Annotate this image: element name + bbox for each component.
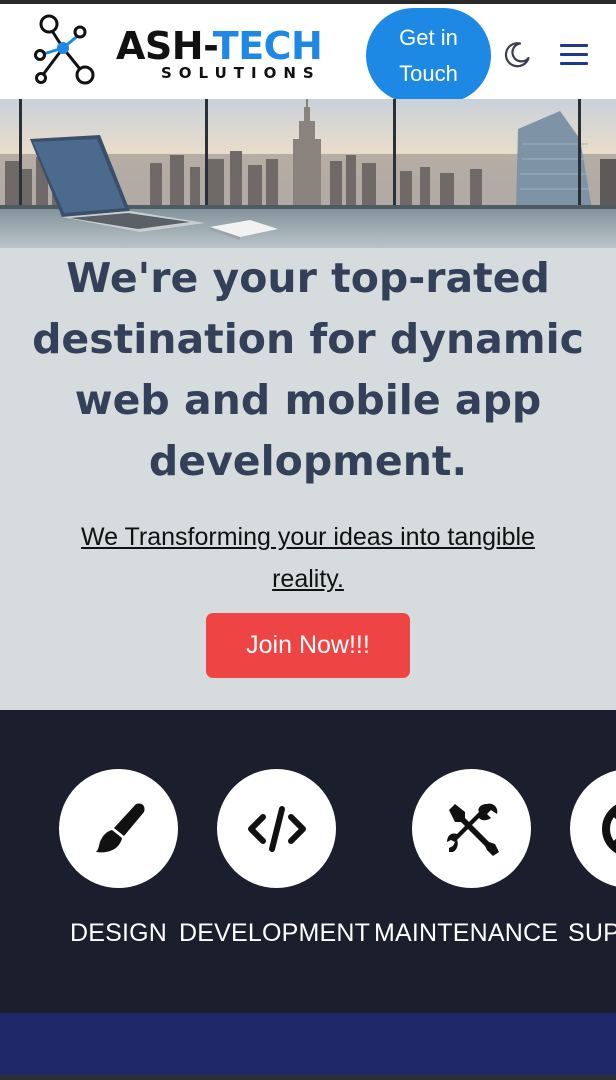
hamburger-menu-icon[interactable] [560,42,588,66]
service-maintenance-circle[interactable] [412,769,531,888]
site-header: ASH-TECH SOLUTIONS Get in Touch [0,0,616,103]
brand-name: ASH-TECH [116,26,356,66]
brand-logo-text[interactable]: ASH-TECH SOLUTIONS [116,26,356,82]
screen-bottom-edge [0,1075,616,1080]
hero-banner-image [0,99,616,248]
footer-band [0,1013,616,1075]
brand-subtitle: SOLUTIONS [161,64,321,82]
brand-name-part2: TECH [212,24,323,68]
brand-name-part1: ASH- [116,24,213,68]
code-icon [247,805,306,852]
get-in-touch-button[interactable]: Get in Touch [366,8,491,103]
service-design-circle[interactable] [59,769,178,888]
services-section: DESIGN DEVELOPMENT MAINTENANCE SUPPORT [0,710,616,1013]
service-label-development[interactable]: DEVELOPMENT [179,919,370,948]
paintbrush-icon [95,802,145,852]
logo-network-icon[interactable] [30,12,98,88]
moon-icon[interactable] [503,41,531,69]
service-label-maintenance[interactable]: MAINTENANCE [374,919,558,948]
lifebuoy-icon [601,803,616,854]
hero-headline: We're your top-rated destination for dyn… [32,254,584,485]
service-label-support[interactable]: SUPPORT [568,919,616,948]
skyline-illustration [0,99,616,248]
hero-section: We're your top-rated destination for dyn… [0,248,616,710]
service-support-circle[interactable] [570,769,616,888]
service-label-design[interactable]: DESIGN [70,919,167,948]
service-development-circle[interactable] [217,769,336,888]
join-now-button[interactable]: Join Now!!! [206,613,410,678]
tools-icon [446,803,499,856]
hero-subline[interactable]: We Transforming your ideas into tangible… [50,516,566,600]
